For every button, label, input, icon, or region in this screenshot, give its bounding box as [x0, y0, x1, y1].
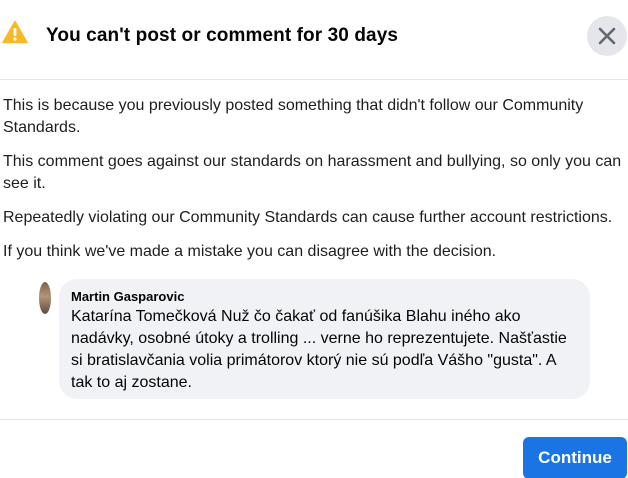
dialog-title: You can't post or comment for 30 days: [46, 25, 399, 46]
comment-author: Martin Gasparovic: [71, 289, 185, 304]
dialog-header: You can't post or comment for 30 days: [0, 0, 628, 80]
footer-divider: [0, 419, 628, 420]
close-button[interactable]: [587, 16, 627, 56]
warning-icon: [2, 20, 28, 44]
continue-button[interactable]: Continue: [523, 437, 627, 478]
comment-bubble: Martin Gasparovic Katarína Tomečková Nuž…: [59, 279, 590, 399]
warning-paragraph: Repeatedly violating our Community Stand…: [3, 209, 613, 226]
comment-text: Katarína Tomečková Nuž čo čakať od fanúš…: [71, 308, 567, 391]
violation-paragraph: This comment goes against our standards …: [3, 153, 622, 192]
avatar: [39, 282, 51, 314]
close-icon: [598, 27, 616, 45]
appeal-paragraph: If you think we've made a mistake you ca…: [3, 243, 497, 260]
explanation-paragraph: This is because you previously posted so…: [3, 97, 584, 136]
